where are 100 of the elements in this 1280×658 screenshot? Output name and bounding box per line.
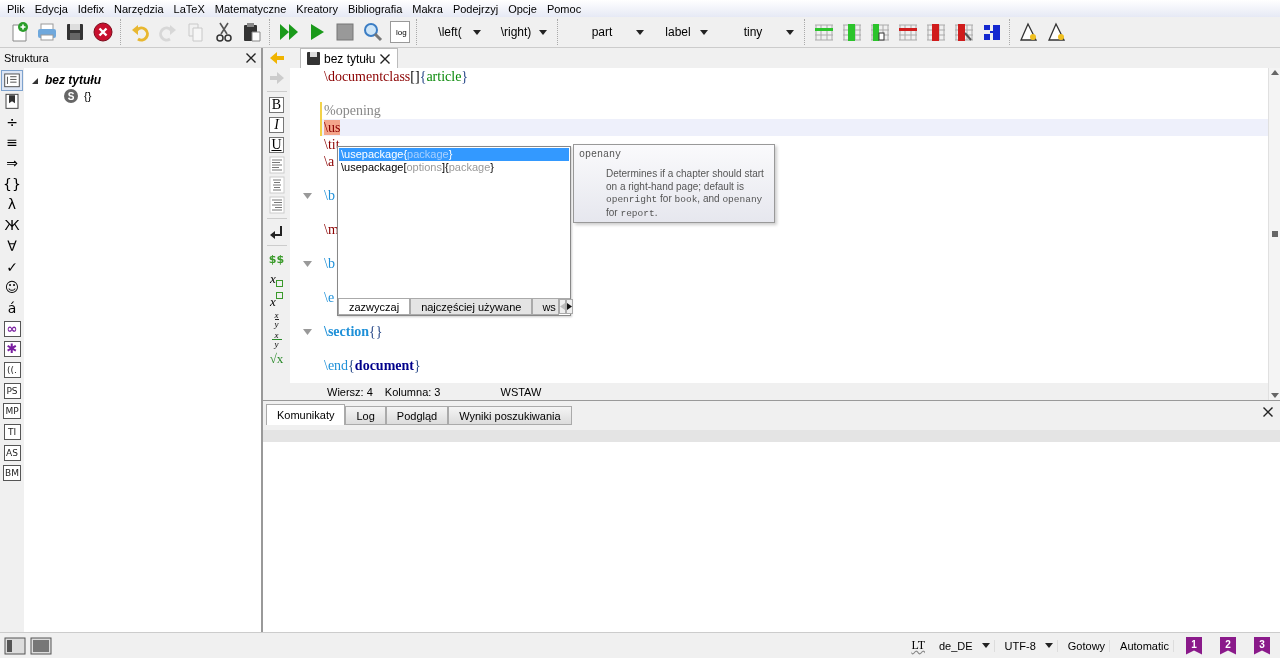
menu-item[interactable]: Podejrzyj (447, 2, 504, 15)
symbol-button[interactable]: {} (1, 173, 23, 195)
symbol-button[interactable]: ✱ (1, 338, 23, 360)
code-line: \b (324, 187, 335, 204)
symbol-button[interactable]: λ (1, 194, 23, 215)
menu-item[interactable]: LaTeX (168, 2, 210, 15)
symbol-button[interactable]: ((. (1, 359, 23, 381)
panel-tab[interactable]: Wyniki poszukiwania (448, 406, 572, 425)
code-line: \section{} (324, 323, 383, 340)
caret-icon (981, 643, 990, 648)
menu-item[interactable]: Plik (2, 2, 30, 15)
symbol-button[interactable]: ⇒ (1, 152, 23, 174)
menu-item[interactable]: Opcje (503, 2, 542, 15)
symbol-button[interactable]: ∞ (1, 318, 23, 339)
menu-item[interactable]: Bibliografia (342, 2, 408, 15)
language-selector[interactable]: de_DE (934, 639, 995, 652)
dropdown[interactable]: tiny (718, 21, 798, 43)
panel-tab[interactable]: Log (345, 406, 386, 425)
menu-item[interactable]: Matematyczne (209, 2, 292, 15)
bookmark-button[interactable]: 3 (1254, 636, 1270, 655)
scroll-right-button[interactable] (565, 299, 573, 314)
close-icon[interactable] (379, 52, 392, 65)
printer-icon[interactable] (36, 21, 58, 43)
scissors-icon[interactable] (213, 21, 235, 43)
close-icon[interactable] (245, 52, 257, 64)
expand-arrow-icon[interactable] (32, 76, 39, 84)
close-document-icon[interactable] (92, 21, 114, 43)
square-root-button[interactable]: √x (265, 349, 288, 369)
table-remove-column-icon[interactable] (925, 21, 947, 43)
completion-tab[interactable]: zazwyczaj (338, 299, 411, 315)
menu-item[interactable]: Edycja (29, 2, 73, 15)
encoding-selector[interactable]: UTF-8 (1000, 639, 1058, 652)
symbol-button[interactable]: MP (1, 401, 23, 422)
table-cut-column-icon[interactable] (953, 21, 975, 43)
panel-title: Struktura (4, 52, 49, 64)
triangle-icon[interactable] (1018, 21, 1040, 43)
fraction-button[interactable]: x y (265, 329, 288, 349)
code-line: \a (324, 153, 335, 170)
dropdown[interactable]: label (654, 21, 712, 43)
symbol-button[interactable]: ∀ (1, 235, 23, 257)
spellcheck-button[interactable]: LT (907, 638, 929, 653)
square-icon (275, 280, 283, 287)
log-button[interactable]: log (390, 21, 410, 43)
menu-item[interactable]: Idefix (72, 2, 110, 15)
caret-icon (1044, 643, 1053, 648)
triangle-icon[interactable] (1046, 21, 1068, 43)
panel-tab[interactable]: Komunikaty (266, 404, 346, 425)
symbol-button[interactable]: ≡ (1, 132, 23, 153)
tree-item[interactable]: {} (84, 90, 92, 102)
dropdown[interactable]: \left( (425, 21, 485, 43)
scrollbar[interactable] (1268, 68, 1280, 400)
menu-item[interactable]: Pomoc (541, 2, 587, 15)
superscript-button[interactable]: x (265, 289, 288, 309)
subscript-button[interactable]: x (265, 269, 288, 289)
clipboard-icon[interactable] (241, 21, 263, 43)
panel-tab[interactable]: Podgląd (385, 406, 449, 425)
fold-arrow-icon[interactable] (303, 260, 312, 267)
close-icon[interactable] (1262, 406, 1274, 418)
stop-icon[interactable] (334, 21, 356, 43)
scroll-up-icon[interactable] (1270, 68, 1279, 78)
symbol-button[interactable]: AS (1, 442, 23, 464)
code-line: \b (324, 255, 335, 272)
outline-icon[interactable] (1, 70, 23, 91)
menu-item[interactable]: Narzędzia (109, 2, 169, 15)
symbol-button[interactable]: ✓ (1, 256, 23, 277)
menu-item[interactable]: Makra (407, 2, 448, 15)
symbol-button[interactable]: ÷ (1, 111, 23, 133)
table-insert-column-icon[interactable] (869, 21, 891, 43)
symbol-button[interactable]: Ж (1, 214, 23, 236)
square-icon (275, 291, 283, 299)
scroll-down-icon[interactable] (1270, 390, 1279, 400)
code-line: \end{document} (324, 357, 421, 374)
double-play-icon[interactable] (278, 21, 300, 43)
magnifier-icon[interactable] (362, 21, 384, 43)
caret-icon (473, 29, 481, 35)
menu-item[interactable]: Kreatory (291, 2, 343, 15)
panel-toggle-icon[interactable] (30, 636, 52, 655)
symbol-button[interactable]: á (1, 297, 23, 319)
table-remove-row-icon[interactable] (897, 21, 919, 43)
scroll-thumb[interactable] (1270, 229, 1279, 239)
fold-arrow-icon[interactable] (303, 192, 312, 199)
dropdown[interactable]: \right) (491, 21, 551, 43)
section-icon: S (64, 89, 78, 103)
dropdown[interactable]: part (566, 21, 648, 43)
bookmark-button[interactable]: 2 (1220, 636, 1236, 655)
completion-tab[interactable]: najczęściej używane (410, 299, 533, 315)
symbol-button[interactable]: PS (1, 380, 23, 401)
panel-toggle-icon[interactable] (4, 636, 26, 655)
tree-item[interactable]: bez tytułu (45, 73, 101, 87)
status-text: WSTAW (500, 385, 542, 398)
completion-item[interactable]: \usepackage[options]{package} (339, 161, 569, 174)
bookmark-button[interactable]: 1 (1186, 636, 1202, 655)
fold-arrow-icon[interactable] (303, 328, 312, 335)
symbol-button[interactable]: TI (1, 421, 23, 443)
tooltip-title: openany (579, 149, 622, 160)
completion-tab[interactable]: ws (532, 299, 559, 315)
symbol-button[interactable]: BM (1, 463, 23, 484)
caret-icon (786, 29, 794, 35)
document-tab[interactable]: bez tytułu (300, 48, 399, 68)
symbol-button[interactable]: ☺ (1, 276, 23, 298)
